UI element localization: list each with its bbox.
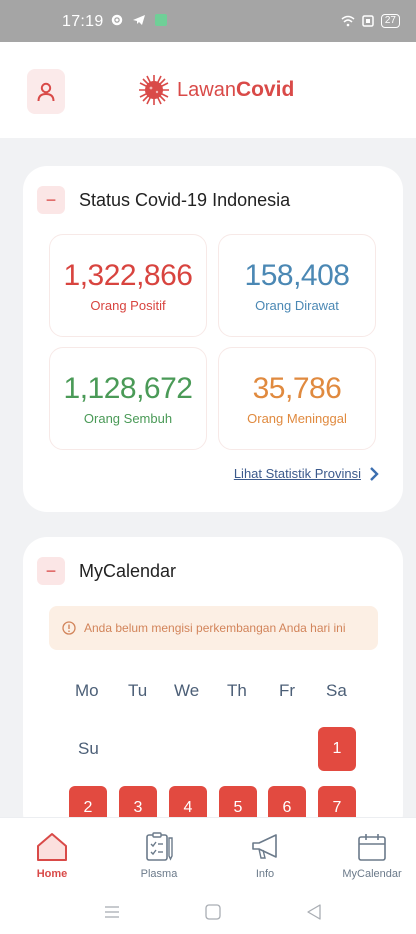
wifi-icon [341,15,355,27]
message-icon [155,14,167,26]
profile-button[interactable] [27,69,65,114]
battery-indicator: 27 [380,14,400,28]
chevron-right-icon [370,466,379,481]
nav-plasma[interactable]: Plasma [107,818,211,894]
logo-text: LawanCovid [177,78,295,101]
weekday-label: Th [227,681,247,700]
home-square-icon[interactable] [204,903,222,921]
status-bar: 17:19 27 [0,0,416,42]
stat-deceased-value: 35,786 [252,372,342,405]
weekday-label: Su [78,739,99,758]
calendar-card-title: MyCalendar [79,560,177,581]
app-logo: LawanCovid [137,73,294,107]
nav-mycalendar-label: MyCalendar [342,868,402,880]
province-stats-link[interactable]: Lihat Statistik Provinsi [234,466,379,481]
back-icon[interactable] [305,903,323,921]
calendar-alert: Anda belum mengisi perkembangan Anda har… [49,606,378,650]
stat-recovered-value: 1,128,672 [63,372,193,405]
status-card-title: Status Covid-19 Indonesia [79,189,291,210]
settings-icon [111,14,123,26]
stat-recovered: 1,128,672 Orang Sembuh [49,347,207,450]
app-header: LawanCovid [0,42,416,138]
system-navigation-bar [0,893,416,934]
megaphone-icon [252,834,277,859]
weekday-label: Mo [75,681,99,700]
calendar-day[interactable]: 1 [318,727,356,771]
status-time: 17:19 [62,13,104,30]
stat-deceased-label: Orang Meninggal [247,411,347,426]
stat-deceased: 35,786 Orang Meninggal [218,347,376,450]
virus-icon [139,75,169,105]
nav-info-label: Info [255,868,275,880]
collapse-status-button[interactable]: − [37,186,65,214]
weekday-label: Fr [279,681,296,700]
nav-mycalendar[interactable]: MyCalendar [320,818,416,894]
status-covid-card: − Status Covid-19 Indonesia 1,322,866 Or… [23,166,403,512]
stat-positive-value: 1,322,866 [63,259,193,292]
stat-treated-value: 158,408 [244,259,350,292]
stat-treated: 158,408 Orang Dirawat [218,234,376,337]
telegram-icon [133,15,145,25]
sim-icon [362,15,374,27]
calendar-alert-text: Anda belum mengisi perkembangan Anda har… [84,621,346,635]
nav-info[interactable]: Info [213,818,317,894]
collapse-calendar-button[interactable]: − [37,557,65,585]
bottom-navigation: Home Plasma Info MyCalendar [0,817,416,893]
weekday-label: Tu [128,681,148,700]
weekday-label: Sa [326,681,347,700]
nav-home-label: Home [36,868,68,880]
user-icon [37,82,55,101]
stat-positive: 1,322,866 Orang Positif [49,234,207,337]
stat-positive-label: Orang Positif [90,298,166,313]
nav-home[interactable]: Home [0,818,104,894]
mycalendar-card: − MyCalendar Anda belum mengisi perkemba… [23,537,403,837]
menu-icon[interactable] [103,903,121,921]
weekday-label: We [174,681,200,700]
home-icon [37,833,67,861]
province-stats-link-text[interactable]: Lihat Statistik Provinsi [234,466,361,481]
clipboard-icon [146,832,173,861]
calendar-icon [358,834,386,861]
stat-recovered-label: Orang Sembuh [83,411,173,426]
stat-treated-label: Orang Dirawat [255,298,339,313]
info-icon [62,621,76,635]
nav-plasma-label: Plasma [140,868,178,880]
